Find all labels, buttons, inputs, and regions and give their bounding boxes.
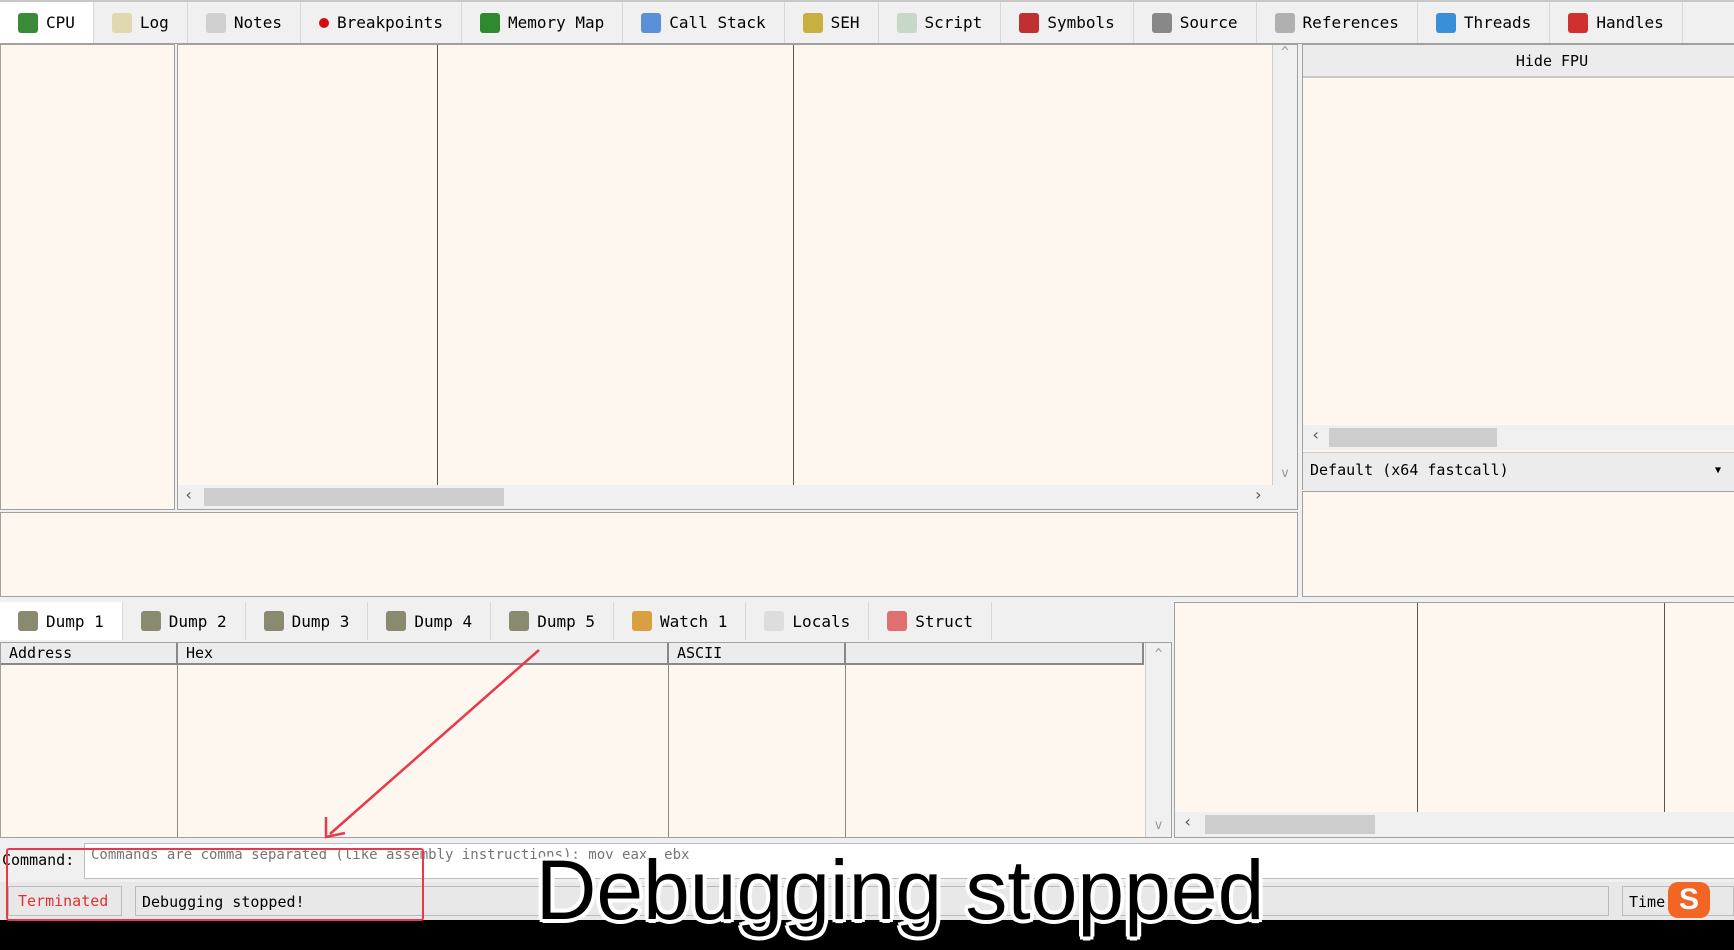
- annotation-arrow-head: [324, 817, 346, 839]
- annotation-arrow-line: [329, 649, 540, 835]
- video-caption: Debugging stopped: [535, 843, 1265, 937]
- annotation-arrow: [324, 649, 540, 839]
